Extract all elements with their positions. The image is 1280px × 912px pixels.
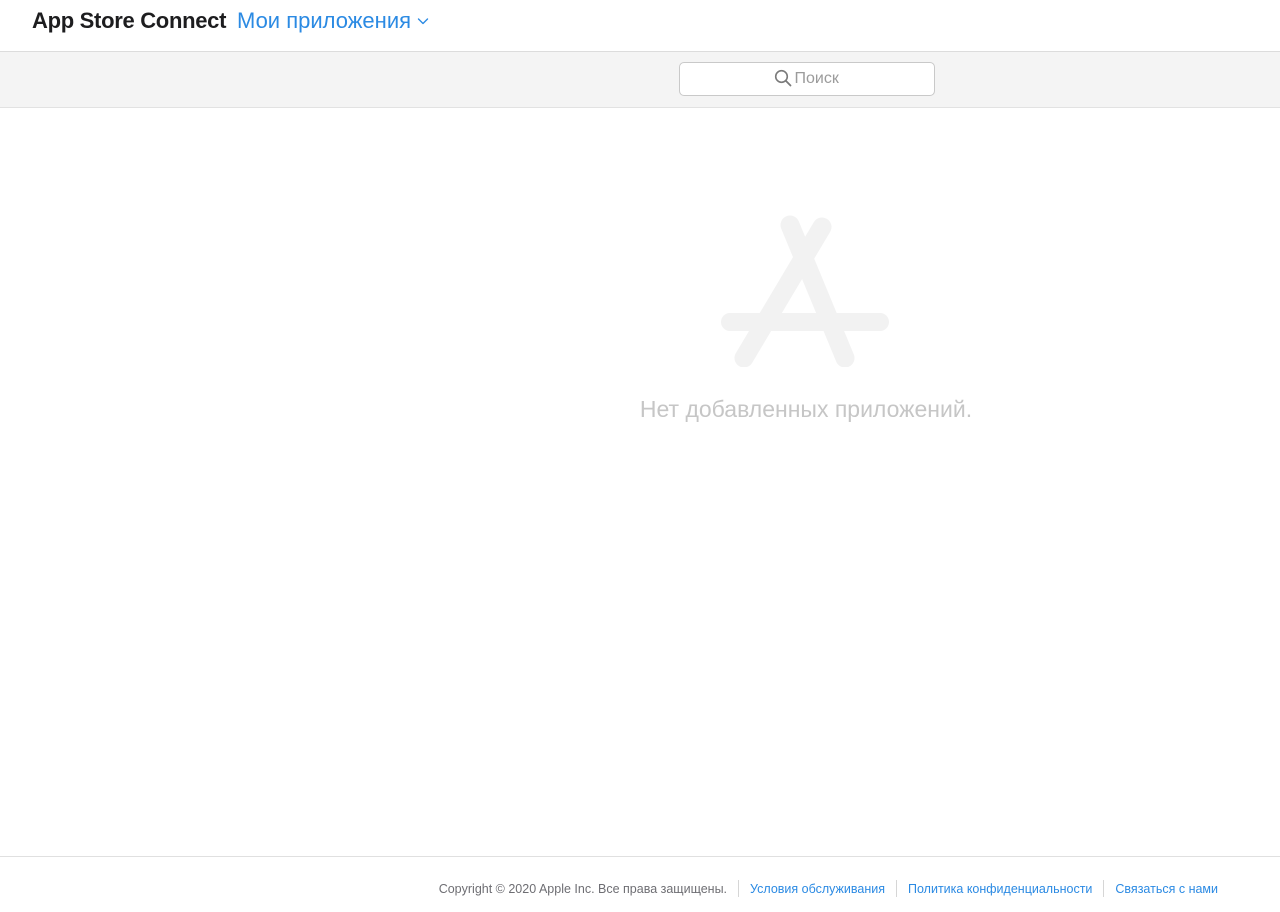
search-toolbar <box>0 52 1280 108</box>
empty-state-message: Нет добавленных приложений. <box>639 396 973 422</box>
copyright-text: Copyright © 2020 Apple Inc. Все права за… <box>438 881 728 896</box>
terms-link[interactable]: Условия обслуживания <box>750 882 885 896</box>
app-store-logo-icon <box>721 215 889 367</box>
my-apps-menu-label: Мои приложения <box>237 8 412 33</box>
footer-divider <box>1103 880 1105 897</box>
brand-title[interactable]: App Store Connect <box>32 8 226 34</box>
search-input[interactable] <box>794 70 841 88</box>
footer: Copyright © 2020 Apple Inc. Все права за… <box>0 856 1280 912</box>
footer-bar: Copyright © 2020 Apple Inc. Все права за… <box>439 880 1218 897</box>
search-field[interactable] <box>679 62 935 96</box>
top-header: App Store Connect Мои приложения <box>0 0 1280 52</box>
chevron-down-icon <box>417 18 429 25</box>
footer-divider <box>896 880 897 897</box>
my-apps-menu[interactable]: Мои приложения <box>237 8 429 34</box>
footer-divider <box>738 880 740 897</box>
privacy-link[interactable]: Политика конфиденциальности <box>908 882 1092 896</box>
contact-link[interactable]: Связаться с нами <box>1115 882 1218 896</box>
search-icon <box>774 69 791 87</box>
